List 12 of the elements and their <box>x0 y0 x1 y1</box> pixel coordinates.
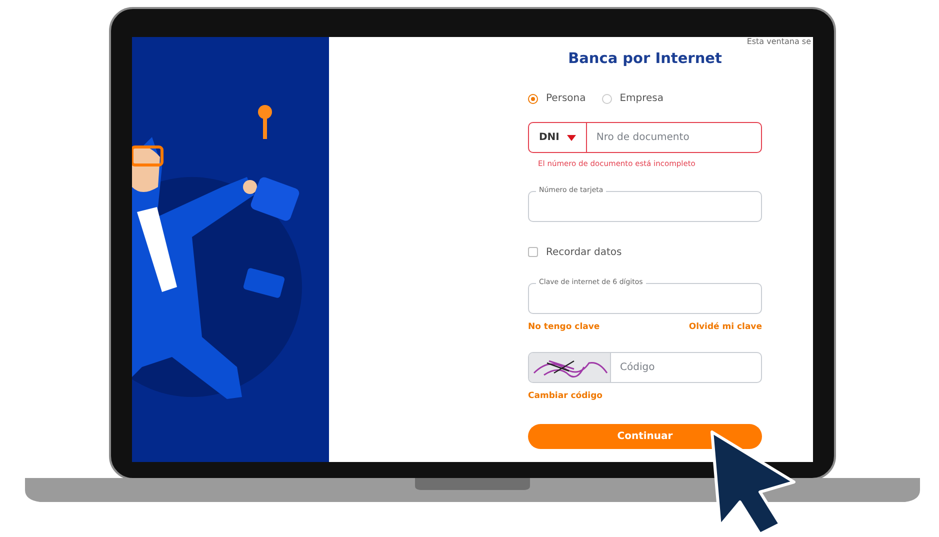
notice-text: Esta ventana se <box>746 37 811 47</box>
radio-option[interactable]: Persona <box>528 91 586 106</box>
captcha-field[interactable]: Código <box>528 352 762 384</box>
page-title: Banca por Internet <box>567 51 723 68</box>
checkbox-label: Recordar datos <box>546 246 622 260</box>
document-type-select[interactable]: DNI <box>529 123 588 152</box>
checkbox[interactable] <box>528 247 538 258</box>
radio-option[interactable]: Empresa <box>602 91 664 106</box>
document-field[interactable]: DNI Nro de documento <box>528 122 762 154</box>
code-input[interactable]: Código <box>611 353 761 382</box>
caret-icon <box>567 134 576 141</box>
document-number-field[interactable]: Nro de documento <box>587 123 761 152</box>
